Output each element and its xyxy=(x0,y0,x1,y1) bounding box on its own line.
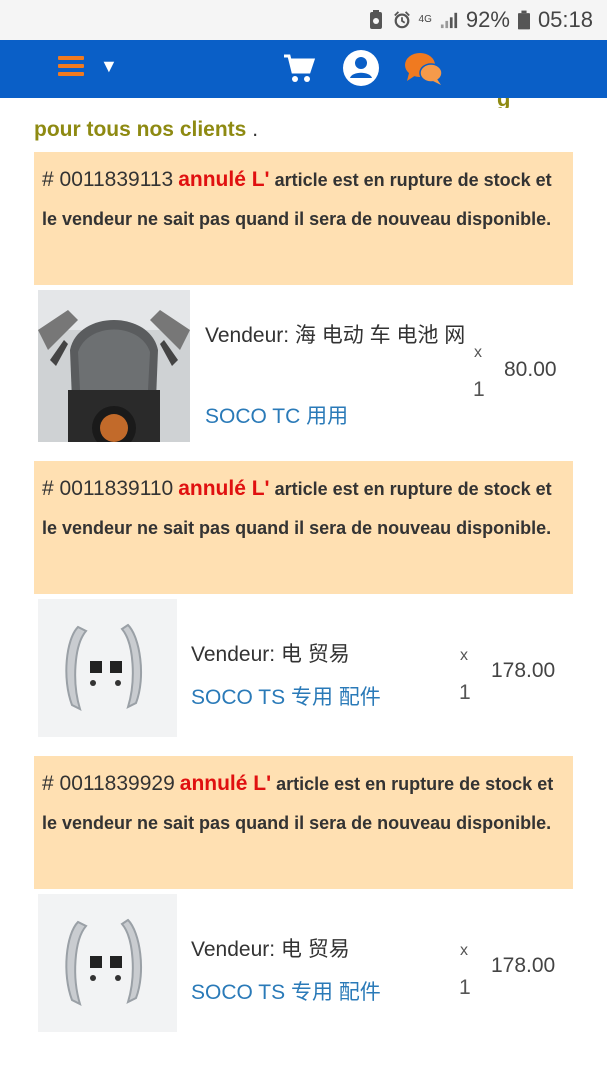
order-status: annulé L' xyxy=(178,477,270,500)
order-item-1[interactable]: Vendeur: 海 电动 车 电池 网 SOCO TC 用用 x 1 80.0… xyxy=(38,290,573,442)
top-nav-bar: ▼ xyxy=(0,40,607,98)
intro-line-fragment: g xyxy=(497,98,510,108)
order-notice-2: # 0011839110 annulé L' article est en ru… xyxy=(34,461,573,594)
quantity: 1 xyxy=(473,378,485,401)
price: 80.00 xyxy=(504,358,557,381)
order-notice-3: # 0011839929 annulé L' article est en ru… xyxy=(34,756,573,889)
product-image-windshield[interactable] xyxy=(38,290,190,442)
vendor-label: Vendeur: 电 贸易 xyxy=(191,643,350,666)
quantity-multiplier: x xyxy=(460,647,468,664)
order-number: # 0011839113 xyxy=(42,168,174,191)
intro-text-label: pour tous nos clients xyxy=(34,118,247,141)
battery-saver-icon xyxy=(369,10,382,29)
order-notice-1: # 0011839113 annulé L' article est en ru… xyxy=(34,152,573,285)
product-image-handguards[interactable] xyxy=(38,599,177,737)
intro-text: pour tous nos clients . xyxy=(34,118,258,142)
quantity: 1 xyxy=(459,976,471,999)
product-link[interactable]: SOCO TC 用用 xyxy=(205,400,348,430)
battery-percentage: 92% xyxy=(465,7,510,32)
order-item-2[interactable]: Vendeur: 电 贸易 SOCO TS 专用 配件 x 1 178.00 xyxy=(38,599,573,737)
vendor-label: Vendeur: 电 贸易 xyxy=(191,938,350,961)
clock: 05:18 xyxy=(537,7,593,32)
cart-icon[interactable] xyxy=(282,52,316,86)
intro-line-clip: g xyxy=(0,98,607,108)
caret-down-icon[interactable]: ▼ xyxy=(100,56,118,77)
quantity: 1 xyxy=(459,681,471,704)
vendor-label: Vendeur: 海 电动 车 电池 网 xyxy=(205,324,466,347)
order-number: # 0011839929 xyxy=(42,772,175,795)
battery-icon xyxy=(517,10,530,30)
chat-icon[interactable] xyxy=(404,51,444,87)
order-number: # 0011839110 xyxy=(42,477,174,500)
alarm-icon xyxy=(393,11,410,29)
hamburger-menu-icon[interactable] xyxy=(58,52,84,82)
product-link[interactable]: SOCO TS 专用 配件 xyxy=(191,976,381,1006)
product-image-handguards[interactable] xyxy=(38,894,177,1032)
product-link[interactable]: SOCO TS 专用 配件 xyxy=(191,681,381,711)
quantity-multiplier: x xyxy=(460,942,468,959)
network-type: 4G xyxy=(418,14,432,25)
order-item-3[interactable]: Vendeur: 电 贸易 SOCO TS 专用 配件 x 1 178.00 xyxy=(38,894,573,1032)
order-status: annulé L' xyxy=(178,168,270,191)
price: 178.00 xyxy=(491,954,556,977)
account-icon[interactable] xyxy=(342,49,380,87)
quantity-multiplier: x xyxy=(474,344,482,361)
intro-text-dot: . xyxy=(252,118,259,141)
order-status: annulé L' xyxy=(179,772,272,795)
price: 178.00 xyxy=(491,659,556,682)
signal-icon xyxy=(440,12,457,29)
status-bar: 4G 92% 05:18 xyxy=(0,0,607,40)
